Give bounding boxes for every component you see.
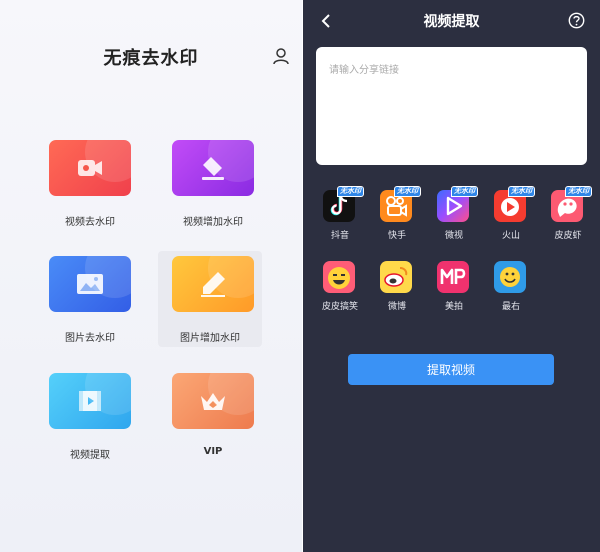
platform-pipixia[interactable]: 无水印 皮皮虾	[548, 186, 592, 250]
platform-kuaishou[interactable]: 无水印 快手	[377, 186, 421, 250]
platform-weishi[interactable]: 无水印 微视	[434, 186, 478, 250]
zuiyou-icon	[494, 261, 526, 293]
extract-video-button[interactable]: 提取视频	[348, 354, 554, 385]
home-screen: 无痕去水印 视频去水印 视频增加水印 图片去水印 图片增加水印 视频提取 VIP	[0, 0, 302, 552]
platform-huoshan[interactable]: 无水印 火山	[491, 186, 535, 250]
share-link-input[interactable]	[316, 47, 587, 165]
platform-douyin[interactable]: 无水印 抖音	[320, 186, 364, 250]
tile-label: VIP	[203, 446, 223, 457]
platform-name: 最右	[501, 302, 520, 312]
no-watermark-badge: 无水印	[451, 186, 478, 197]
film-icon	[49, 373, 131, 429]
extract-screen: 视频提取 无水印 抖音 无水印 快手	[303, 0, 600, 552]
tile-video-add-watermark[interactable]: 视频增加水印	[165, 135, 277, 228]
platform-name: 快手	[387, 231, 406, 241]
platform-weibo[interactable]: 微博	[377, 261, 417, 321]
platform-name: 皮皮搞笑	[321, 302, 358, 312]
no-watermark-badge: 无水印	[337, 186, 364, 197]
tile-label: 视频去水印	[65, 217, 115, 228]
video-camera-icon	[49, 140, 131, 196]
no-watermark-badge: 无水印	[394, 186, 421, 197]
image-icon	[49, 256, 131, 312]
no-watermark-badge: 无水印	[565, 186, 592, 197]
tile-label: 视频提取	[70, 450, 110, 461]
platform-name: 火山	[501, 231, 520, 241]
weibo-icon	[380, 261, 412, 293]
tile-label: 图片增加水印	[180, 333, 240, 344]
no-watermark-badge: 无水印	[508, 186, 535, 197]
platform-name: 美拍	[444, 302, 463, 312]
tile-image-add-watermark[interactable]: 图片增加水印	[158, 251, 262, 347]
platform-pipigaoxiao[interactable]: 皮皮搞笑	[320, 261, 360, 321]
tile-video-remove-watermark[interactable]: 视频去水印	[42, 135, 154, 228]
tile-label: 图片去水印	[65, 333, 115, 344]
tile-video-extract[interactable]: 视频提取	[42, 368, 154, 461]
platform-name: 抖音	[330, 231, 349, 241]
page-title: 无痕去水印	[103, 48, 199, 69]
pencil-icon	[172, 256, 254, 312]
meipai-icon	[437, 261, 469, 293]
help-icon[interactable]	[568, 12, 585, 29]
tile-label: 视频增加水印	[183, 217, 243, 228]
platform-name: 微博	[387, 302, 406, 312]
user-icon[interactable]	[272, 47, 290, 65]
eraser-icon	[172, 140, 254, 196]
platform-name: 微视	[444, 231, 463, 241]
pipigaoxiao-icon	[323, 261, 355, 293]
platform-zuiyou[interactable]: 最右	[491, 261, 531, 321]
crown-icon	[172, 373, 254, 429]
page-title: 视频提取	[423, 14, 480, 30]
tile-vip[interactable]: VIP	[165, 368, 277, 460]
tile-image-remove-watermark[interactable]: 图片去水印	[42, 251, 154, 344]
platform-meipai[interactable]: 美拍	[434, 261, 474, 321]
platform-name: 皮皮虾	[554, 231, 582, 241]
